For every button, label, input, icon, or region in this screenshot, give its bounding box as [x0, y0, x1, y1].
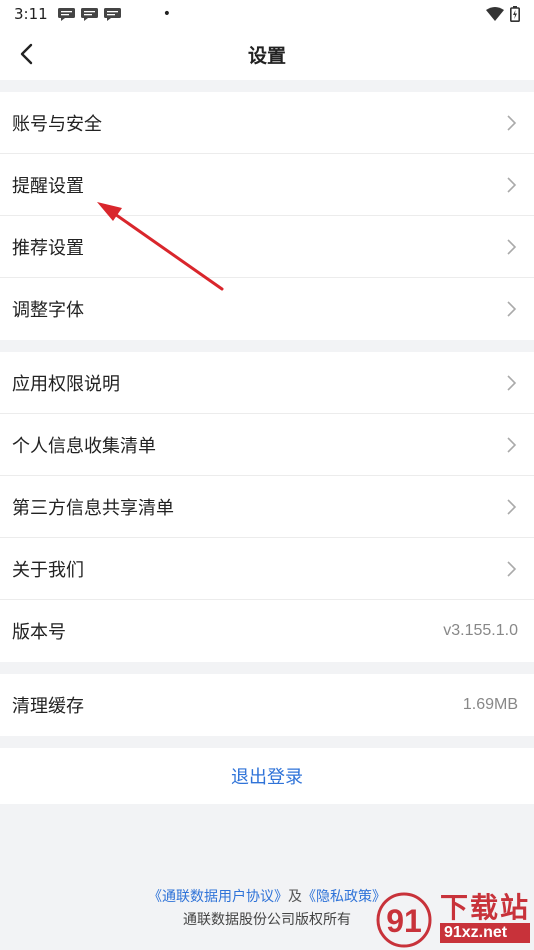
row-label: 推荐设置 [12, 237, 84, 259]
message-icon [80, 7, 98, 21]
row-label: 个人信息收集清单 [12, 435, 156, 457]
page-title: 设置 [247, 44, 286, 67]
chevron-right-icon [507, 301, 517, 317]
back-arrow-icon [20, 43, 33, 65]
chevron-right-icon [507, 498, 517, 515]
cache-size-value: 1.69MB [462, 696, 518, 713]
row-personal-info-list[interactable]: 个人信息收集清单 [0, 414, 534, 476]
row-clear-cache[interactable]: 清理缓存 1.69MB [0, 674, 534, 736]
watermark-logo-text: 91 [386, 903, 422, 939]
status-time: 3:11 [14, 5, 48, 23]
wifi-icon [486, 7, 504, 21]
user-agreement-link[interactable]: 《通联数据用户协议》 [148, 886, 288, 906]
logout-button[interactable]: 退出登录 [0, 748, 534, 804]
row-label: 提醒设置 [12, 175, 84, 197]
status-bar: 3:11 • [0, 0, 534, 28]
notification-dot: • [162, 6, 171, 22]
chevron-right-icon [507, 560, 517, 577]
row-account-security[interactable]: 账号与安全 [0, 92, 534, 154]
row-label: 第三方信息共享清单 [12, 497, 174, 519]
row-app-permissions[interactable]: 应用权限说明 [0, 352, 534, 414]
chevron-right-icon [507, 176, 517, 193]
row-font-size[interactable]: 调整字体 [0, 278, 534, 340]
chevron-right-icon [507, 114, 517, 131]
row-label: 关于我们 [12, 559, 84, 581]
status-right [486, 6, 520, 22]
row-reminder-settings[interactable]: 提醒设置 [0, 154, 534, 216]
footer-and: 及 [288, 889, 302, 905]
battery-icon [510, 6, 520, 22]
row-label: 账号与安全 [12, 113, 102, 135]
settings-group-cache: 清理缓存 1.69MB [0, 674, 534, 736]
watermark-logo-icon: 91 [376, 892, 432, 948]
watermark-text: 下载站 91xz.net [439, 891, 530, 943]
version-value: v3.155.1.0 [443, 622, 518, 639]
message-icon [103, 7, 121, 21]
row-version: 版本号 v3.155.1.0 [0, 600, 534, 662]
row-label: 清理缓存 [12, 696, 84, 717]
nav-bar: 设置 [0, 28, 534, 80]
row-label: 调整字体 [12, 300, 84, 321]
settings-group-info: 应用权限说明 个人信息收集清单 第三方信息共享清单 关于我们 版本号 v3.15… [0, 352, 534, 662]
chevron-right-icon [507, 436, 517, 453]
row-about-us[interactable]: 关于我们 [0, 538, 534, 600]
message-icon [57, 7, 75, 21]
back-button[interactable] [12, 40, 40, 68]
row-label: 版本号 [12, 622, 66, 643]
chevron-right-icon [507, 374, 517, 391]
row-third-party-sharing[interactable]: 第三方信息共享清单 [0, 476, 534, 538]
settings-group-account: 账号与安全 提醒设置 推荐设置 调整字体 [0, 92, 534, 340]
watermark: 91 下载站 91xz.net [374, 888, 530, 948]
row-label: 应用权限说明 [12, 373, 120, 395]
watermark-en: 91xz.net [439, 923, 530, 943]
row-recommend-settings[interactable]: 推荐设置 [0, 216, 534, 278]
chevron-right-icon [507, 238, 517, 255]
watermark-cn: 下载站 [439, 891, 530, 924]
